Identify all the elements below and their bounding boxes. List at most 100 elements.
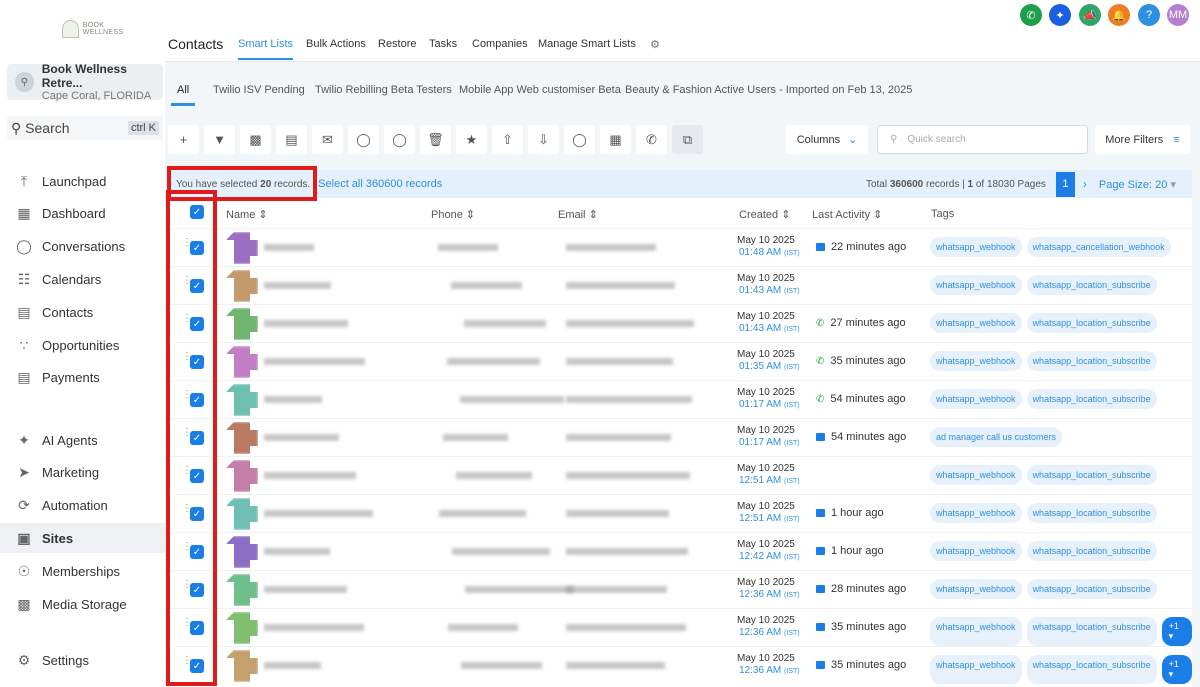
table-row[interactable]: ⋮ ✓ May 10 2025 01:43 AM (IST) whatsapp_w…: [168, 266, 1192, 304]
sidebar-item-media-storage[interactable]: ▩ Media Storage: [0, 589, 165, 619]
tag-chip[interactable]: ad manager call us customers: [930, 427, 1063, 447]
tag-chip[interactable]: whatsapp_webhook: [930, 275, 1022, 295]
star-icon[interactable]: ★: [456, 125, 487, 154]
more-tags-button[interactable]: +1 ▾: [1161, 655, 1192, 684]
gear-icon[interactable]: ⚙: [650, 38, 660, 51]
row-checkbox[interactable]: ✓: [190, 507, 204, 521]
sidebar-item-automation[interactable]: ⟳ Automation: [0, 490, 165, 520]
column-header-name[interactable]: Name ⇕: [226, 208, 268, 221]
select-all-link[interactable]: Select all 360600 records: [318, 178, 442, 190]
tab-smart-lists[interactable]: Smart Lists: [238, 38, 294, 60]
table-row[interactable]: ⋮ ✓ May 10 2025 01:17 AM (IST) 54 minutes…: [168, 418, 1192, 456]
page-1-button[interactable]: 1: [1055, 171, 1075, 197]
tab-manage-smart-lists[interactable]: Manage Smart Lists: [538, 38, 636, 50]
tag-chip[interactable]: whatsapp_cancellation_webhook: [1026, 237, 1171, 257]
tag-chip[interactable]: whatsapp_location_subscribe: [1026, 541, 1157, 561]
table-row[interactable]: ⋮ ✓ May 10 2025 12:51 AM (IST) whatsapp_w…: [168, 456, 1192, 494]
more-filters-button[interactable]: More Filters ≡: [1095, 125, 1190, 154]
contact-name-redacted[interactable]: [264, 358, 365, 365]
tag-chip[interactable]: whatsapp_location_subscribe: [1026, 465, 1157, 485]
account-switcher[interactable]: ⚲ Book Wellness Retre... Cape Coral, FLOR…: [7, 62, 163, 102]
filter-icon[interactable]: ▼: [204, 125, 235, 154]
contact-name-redacted[interactable]: [264, 548, 330, 555]
sidebar-item-sites[interactable]: ▣ Sites: [0, 523, 165, 553]
table-row[interactable]: ⋮ ✓ May 10 2025 12:51 AM (IST) 1 hour ago…: [168, 494, 1192, 532]
smart-list-item[interactable]: Mobile App Web customiser Beta: [459, 84, 621, 96]
tab-bulk-actions[interactable]: Bulk Actions: [306, 38, 366, 50]
smart-list-item[interactable]: Twilio ISV Pending: [213, 84, 305, 96]
row-checkbox[interactable]: ✓: [190, 279, 204, 293]
more-tags-button[interactable]: +1 ▾: [1161, 617, 1192, 646]
row-checkbox[interactable]: ✓: [190, 621, 204, 635]
add-icon[interactable]: +: [168, 125, 199, 154]
smart-list-item[interactable]: Twilio Rebilling Beta Testers: [315, 84, 452, 96]
sidebar-search[interactable]: ⚲ Search ctrl K: [7, 116, 163, 140]
review-icon[interactable]: ◯: [564, 125, 595, 154]
tag-chip[interactable]: whatsapp_location_subscribe: [1026, 275, 1157, 295]
tag-chip[interactable]: whatsapp_webhook: [930, 655, 1022, 684]
magic-icon[interactable]: ✦: [1049, 4, 1071, 26]
table-row[interactable]: ⋮ ✓ May 10 2025 01:17 AM (IST) ✆ 54 minute…: [168, 380, 1192, 418]
tag-chip[interactable]: whatsapp_webhook: [930, 389, 1022, 409]
sidebar-item-dashboard[interactable]: ▦ Dashboard: [0, 198, 165, 228]
row-checkbox[interactable]: ✓: [190, 431, 204, 445]
trash-icon[interactable]: 🗑: [420, 125, 451, 154]
remove-tag-icon[interactable]: ◯: [384, 125, 415, 154]
tag-chip[interactable]: whatsapp_location_subscribe: [1026, 351, 1157, 371]
row-checkbox[interactable]: ✓: [190, 545, 204, 559]
add-tag-icon[interactable]: ◯: [348, 125, 379, 154]
sidebar-item-marketing[interactable]: ➤ Marketing: [0, 457, 165, 487]
avatar[interactable]: MM: [1167, 4, 1189, 26]
column-header-email[interactable]: Email ⇕: [558, 208, 598, 221]
whatsapp-icon[interactable]: ✆: [636, 125, 667, 154]
smart-list-item[interactable]: Beauty & Fashion Active Users - Imported…: [625, 84, 912, 96]
tag-chip[interactable]: whatsapp_location_subscribe: [1026, 389, 1157, 409]
tag-chip[interactable]: whatsapp_webhook: [930, 579, 1022, 599]
contact-name-redacted[interactable]: [264, 320, 348, 327]
column-header-created[interactable]: Created ⇕: [739, 208, 790, 221]
sidebar-item-conversations[interactable]: ◯ Conversations: [0, 231, 165, 261]
mail-icon[interactable]: ✉: [312, 125, 343, 154]
tag-chip[interactable]: whatsapp_webhook: [930, 313, 1022, 333]
table-row[interactable]: ⋮ ✓ May 10 2025 01:43 AM (IST) ✆ 27 minute…: [168, 304, 1192, 342]
columns-button[interactable]: Columns ⌄: [786, 125, 868, 154]
contact-name-redacted[interactable]: [264, 396, 322, 403]
sidebar-item-contacts[interactable]: ▤ Contacts: [0, 297, 165, 327]
message-icon[interactable]: ▤: [276, 125, 307, 154]
tag-chip[interactable]: whatsapp_location_subscribe: [1026, 579, 1157, 599]
contact-name-redacted[interactable]: [264, 244, 314, 251]
row-checkbox[interactable]: ✓: [190, 317, 204, 331]
row-checkbox[interactable]: ✓: [190, 393, 204, 407]
tab-restore[interactable]: Restore: [378, 38, 417, 50]
contact-name-redacted[interactable]: [264, 434, 339, 441]
table-row[interactable]: ⋮ ✓ May 10 2025 12:36 AM (IST) 28 minutes…: [168, 570, 1192, 608]
tab-tasks[interactable]: Tasks: [429, 38, 457, 50]
upload-icon[interactable]: ⇧: [492, 125, 523, 154]
sidebar-item-calendars[interactable]: ☷ Calendars: [0, 264, 165, 294]
row-checkbox[interactable]: ✓: [190, 241, 204, 255]
tag-chip[interactable]: whatsapp_webhook: [930, 237, 1022, 257]
contact-name-redacted[interactable]: [264, 472, 356, 479]
contact-name-redacted[interactable]: [264, 586, 347, 593]
table-row[interactable]: ⋮ ✓ May 10 2025 01:48 AM (IST) 22 minutes…: [168, 228, 1192, 266]
sidebar-item-opportunities[interactable]: ∵ Opportunities: [0, 330, 165, 360]
tag-chip[interactable]: whatsapp_webhook: [930, 503, 1022, 523]
company-icon[interactable]: ▦: [600, 125, 631, 154]
contact-name-redacted[interactable]: [264, 282, 331, 289]
tag-chip[interactable]: whatsapp_location_subscribe: [1026, 617, 1157, 646]
tag-chip[interactable]: whatsapp_webhook: [930, 465, 1022, 485]
tag-chip[interactable]: whatsapp_webhook: [930, 351, 1022, 371]
help-icon[interactable]: ?: [1138, 4, 1160, 26]
tag-chip[interactable]: whatsapp_location_subscribe: [1026, 313, 1157, 333]
merge-icon[interactable]: ⧉: [672, 125, 703, 154]
sidebar-item-payments[interactable]: ▤ Payments: [0, 362, 165, 392]
robot-icon[interactable]: ▩: [240, 125, 271, 154]
smart-list-all[interactable]: All: [171, 84, 196, 106]
download-icon[interactable]: ⇩: [528, 125, 559, 154]
column-header-phone[interactable]: Phone ⇕: [431, 208, 475, 221]
tag-chip[interactable]: whatsapp_webhook: [930, 617, 1022, 646]
sidebar-item-memberships[interactable]: ☉ Memberships: [0, 556, 165, 586]
tag-chip[interactable]: whatsapp_location_subscribe: [1026, 503, 1157, 523]
announcement-icon[interactable]: 📣: [1079, 4, 1101, 26]
table-row[interactable]: ⋮ ✓ May 10 2025 12:36 AM (IST) 35 minutes…: [168, 608, 1192, 646]
